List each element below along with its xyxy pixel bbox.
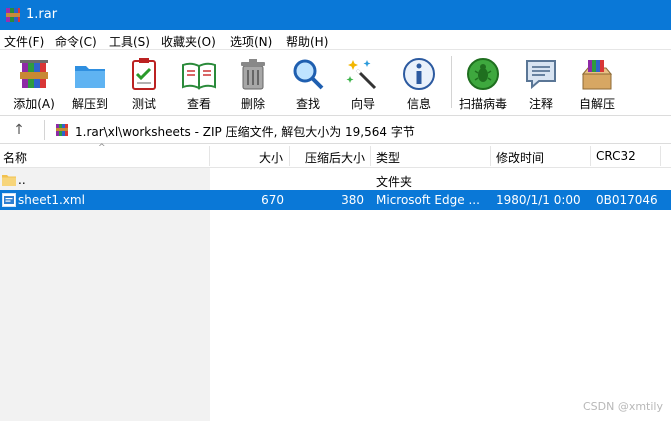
- menu-favorites[interactable]: 收藏夹(O): [161, 33, 216, 50]
- xml-file-icon: [2, 193, 16, 207]
- sfx-button-label: 自解压: [578, 97, 615, 111]
- column-header: 名称 ^ 大小 压缩后大小 类型 修改时间 CRC32: [0, 143, 671, 168]
- item-packed-size: 380: [341, 193, 364, 207]
- menu-bar: 文件(F) 命令(C) 工具(S) 收藏夹(O) 选项(N) 帮助(H): [0, 30, 671, 50]
- comment-icon: [526, 60, 556, 90]
- test-button[interactable]: 测试: [114, 54, 174, 112]
- column-modified[interactable]: 修改时间: [496, 149, 544, 166]
- virus-scan-icon: [467, 58, 499, 90]
- comment-button[interactable]: 注释: [511, 54, 571, 112]
- virus-scan-button[interactable]: 扫描病毒: [453, 54, 513, 112]
- delete-button-label: 删除: [240, 97, 265, 111]
- toolbar: 添加(A) 解压到 测试 查看 删除 查找 向导 信息 扫描病毒 注释 自解压: [0, 50, 671, 116]
- winrar-app-icon: [6, 8, 20, 22]
- extract-to-icon: [75, 66, 105, 88]
- extract-to-button-label: 解压到: [71, 97, 108, 111]
- menu-file[interactable]: 文件(F): [4, 33, 44, 50]
- folder-icon: [2, 175, 16, 186]
- item-type: Microsoft Edge ...: [376, 193, 480, 207]
- item-modified: 1980/1/1 0:00: [496, 193, 581, 207]
- item-name: ..: [18, 173, 26, 187]
- column-type[interactable]: 类型: [376, 149, 400, 166]
- wizard-button[interactable]: 向导: [333, 54, 393, 112]
- toolbar-separator: [451, 56, 452, 108]
- sfx-button[interactable]: 自解压: [567, 54, 627, 112]
- menu-tools[interactable]: 工具(S): [109, 33, 150, 50]
- window-title: 1.rar: [26, 7, 58, 22]
- add-button[interactable]: 添加(A): [4, 54, 64, 112]
- file-list: 名称 ^ 大小 压缩后大小 类型 修改时间 CRC32 .. 文件夹 sheet…: [0, 143, 671, 421]
- wizard-button-label: 向导: [350, 97, 375, 111]
- test-icon: [132, 58, 156, 90]
- info-button[interactable]: 信息: [389, 54, 449, 112]
- info-button-label: 信息: [406, 97, 431, 111]
- sfx-icon: [581, 60, 613, 90]
- archive-icon: [56, 124, 68, 136]
- add-button-label: 添加(A): [13, 97, 55, 111]
- column-packed-size[interactable]: 压缩后大小: [305, 149, 365, 166]
- list-item-sheet1[interactable]: sheet1.xml 670 380 Microsoft Edge ... 19…: [0, 190, 671, 210]
- view-icon: [182, 62, 216, 90]
- comment-button-label: 注释: [528, 97, 553, 111]
- info-icon: [403, 58, 435, 90]
- item-size: 670: [261, 193, 284, 207]
- column-size[interactable]: 大小: [259, 149, 283, 166]
- up-arrow-icon[interactable]: ↑: [10, 121, 28, 139]
- item-name: sheet1.xml: [18, 193, 85, 207]
- view-button-label: 查看: [186, 97, 211, 111]
- menu-options[interactable]: 选项(N): [230, 33, 272, 50]
- find-icon: [293, 59, 324, 90]
- address-bar: ↑ 1.rar\xl\worksheets - ZIP 压缩文件, 解包大小为 …: [0, 116, 671, 144]
- delete-button[interactable]: 删除: [223, 54, 283, 112]
- virus-scan-button-label: 扫描病毒: [458, 97, 507, 111]
- title-bar: 1.rar: [0, 0, 671, 30]
- column-name[interactable]: 名称: [3, 149, 27, 166]
- column-crc32[interactable]: CRC32: [596, 149, 636, 163]
- archive-path[interactable]: 1.rar\xl\worksheets - ZIP 压缩文件, 解包大小为 19…: [75, 123, 415, 140]
- wizard-icon: [346, 60, 377, 90]
- list-item-parent-folder[interactable]: .. 文件夹: [0, 170, 671, 190]
- view-button[interactable]: 查看: [169, 54, 229, 112]
- extract-to-button[interactable]: 解压到: [60, 54, 120, 112]
- item-crc32: 0B017046: [596, 193, 658, 207]
- menu-commands[interactable]: 命令(C): [55, 33, 97, 50]
- address-separator: [44, 120, 45, 140]
- item-type: 文件夹: [376, 175, 413, 189]
- find-button-label: 查找: [295, 97, 320, 111]
- watermark: CSDN @xmtily: [582, 400, 663, 413]
- test-button-label: 测试: [131, 97, 156, 111]
- menu-help[interactable]: 帮助(H): [286, 33, 328, 50]
- delete-icon: [241, 59, 265, 90]
- find-button[interactable]: 查找: [278, 54, 338, 112]
- add-archive-icon: [20, 60, 48, 88]
- sort-ascending-icon: ^: [98, 143, 106, 153]
